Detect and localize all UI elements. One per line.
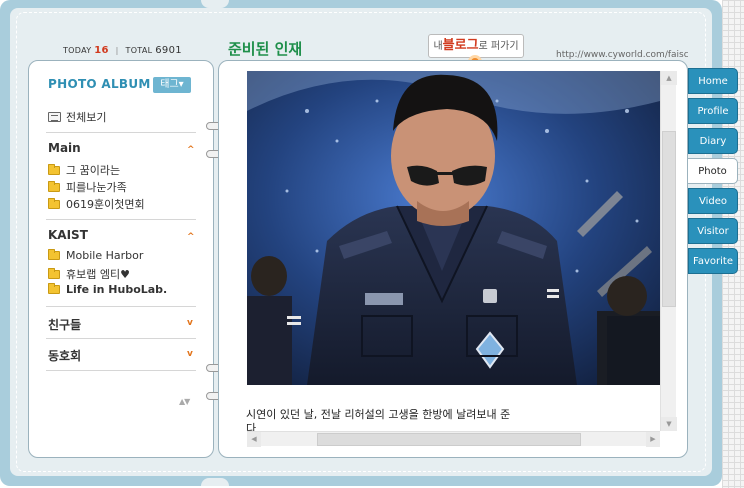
chevron-down-icon[interactable]: v: [187, 319, 195, 328]
tab-photo[interactable]: Photo: [688, 158, 738, 184]
folder-icon: [48, 180, 60, 192]
tab-home[interactable]: Home: [688, 68, 738, 94]
divider: [46, 370, 196, 371]
album-photo[interactable]: [247, 71, 660, 385]
homepage-url[interactable]: http://www.cyworld.com/faisca: [556, 50, 688, 60]
home-title: 준비된 인재: [228, 40, 303, 58]
spine-notch-bottom: [201, 478, 229, 486]
counter-separator: |: [115, 46, 119, 55]
vertical-scrollbar[interactable]: ▲ ▼: [660, 71, 677, 431]
vertical-scroll-thumb[interactable]: [662, 131, 676, 307]
total-count: 6901: [155, 45, 182, 56]
folder-item[interactable]: 휴보랩 엠티♥: [48, 266, 130, 282]
scroll-right-icon[interactable]: ▶: [646, 432, 660, 447]
folder-icon: [48, 267, 60, 279]
blog-badge-pre: 내: [433, 41, 443, 52]
divider: [46, 219, 196, 220]
visitor-counter: TODAY 16 | TOTAL 6901: [63, 45, 182, 56]
folder-item-label: 0619훈이첫면회: [66, 198, 145, 211]
blog-badge-big: 블로그: [442, 38, 479, 53]
chevron-up-icon[interactable]: ^: [187, 146, 195, 155]
divider: [46, 338, 196, 339]
scroll-up-icon[interactable]: ▲: [661, 71, 677, 85]
left-sidebar: PHOTO ALBUM 태그▾ 전체보기 Main ^ 그 꿈이라는 피를나눈가…: [28, 60, 214, 458]
caption-line-1: 시연이 있던 날, 전날 리허설의 고생을 한방에 날려보내 준: [246, 408, 511, 421]
scroll-left-icon[interactable]: ◀: [247, 432, 261, 447]
tab-video[interactable]: Video: [688, 188, 738, 214]
view-all-label: 전체보기: [66, 111, 107, 124]
scroll-arrows-icon[interactable]: ▲▼: [179, 397, 190, 406]
photo-album-title: PHOTO ALBUM: [48, 77, 151, 91]
today-label: TODAY: [63, 46, 92, 55]
folder-group-kaist[interactable]: KAIST: [48, 228, 88, 242]
folder-group-main[interactable]: Main: [48, 141, 81, 155]
photo-caption: 시연이 있던 날, 전날 리허설의 고생을 한방에 날려보내 준 다: [246, 408, 658, 432]
spine-notch-top: [201, 0, 229, 8]
folder-item-label: 피를나눈가족: [66, 181, 127, 194]
folder-item-label: Mobile Harbor: [66, 249, 144, 262]
today-count: 16: [94, 45, 109, 56]
horizontal-scroll-thumb[interactable]: [317, 433, 581, 446]
folder-item[interactable]: 그 꿈이라는: [48, 162, 120, 178]
folder-group-club[interactable]: 동호회: [48, 347, 81, 364]
scroll-down-icon[interactable]: ▼: [661, 417, 677, 431]
divider: [46, 306, 196, 307]
tag-dropdown-button[interactable]: 태그▾: [153, 77, 191, 93]
blog-badge-post: 로 퍼가기: [478, 41, 519, 52]
folder-item[interactable]: 피를나눈가족: [48, 179, 127, 195]
album-icon: [48, 112, 61, 122]
tab-visitor[interactable]: Visitor: [688, 218, 738, 244]
chevron-up-icon[interactable]: ^: [187, 233, 195, 242]
folder-group-friends[interactable]: 친구들: [48, 316, 81, 333]
tab-profile[interactable]: Profile: [688, 98, 738, 124]
total-label: TOTAL: [125, 46, 153, 55]
folder-item[interactable]: Mobile Harbor: [48, 249, 143, 262]
folder-item-label: 휴보랩 엠티♥: [66, 268, 130, 281]
horizontal-scrollbar[interactable]: ◀ ▶: [247, 431, 660, 447]
photo-illustration: [247, 71, 660, 385]
tab-favorite[interactable]: Favorite: [688, 248, 738, 274]
tab-diary[interactable]: Diary: [688, 128, 738, 154]
view-all-link[interactable]: 전체보기: [48, 109, 106, 125]
folder-icon: [48, 283, 60, 294]
folder-icon: [48, 163, 60, 175]
divider: [46, 132, 196, 133]
folder-item-selected[interactable]: Life in HuboLab.: [48, 283, 167, 296]
chevron-down-icon[interactable]: v: [187, 350, 195, 359]
folder-icon: [48, 197, 60, 209]
folder-item-label: Life in HuboLab.: [66, 283, 168, 296]
folder-icon: [48, 249, 60, 260]
folder-item-label: 그 꿈이라는: [66, 164, 121, 177]
folder-item[interactable]: 0619훈이첫면회: [48, 196, 145, 212]
